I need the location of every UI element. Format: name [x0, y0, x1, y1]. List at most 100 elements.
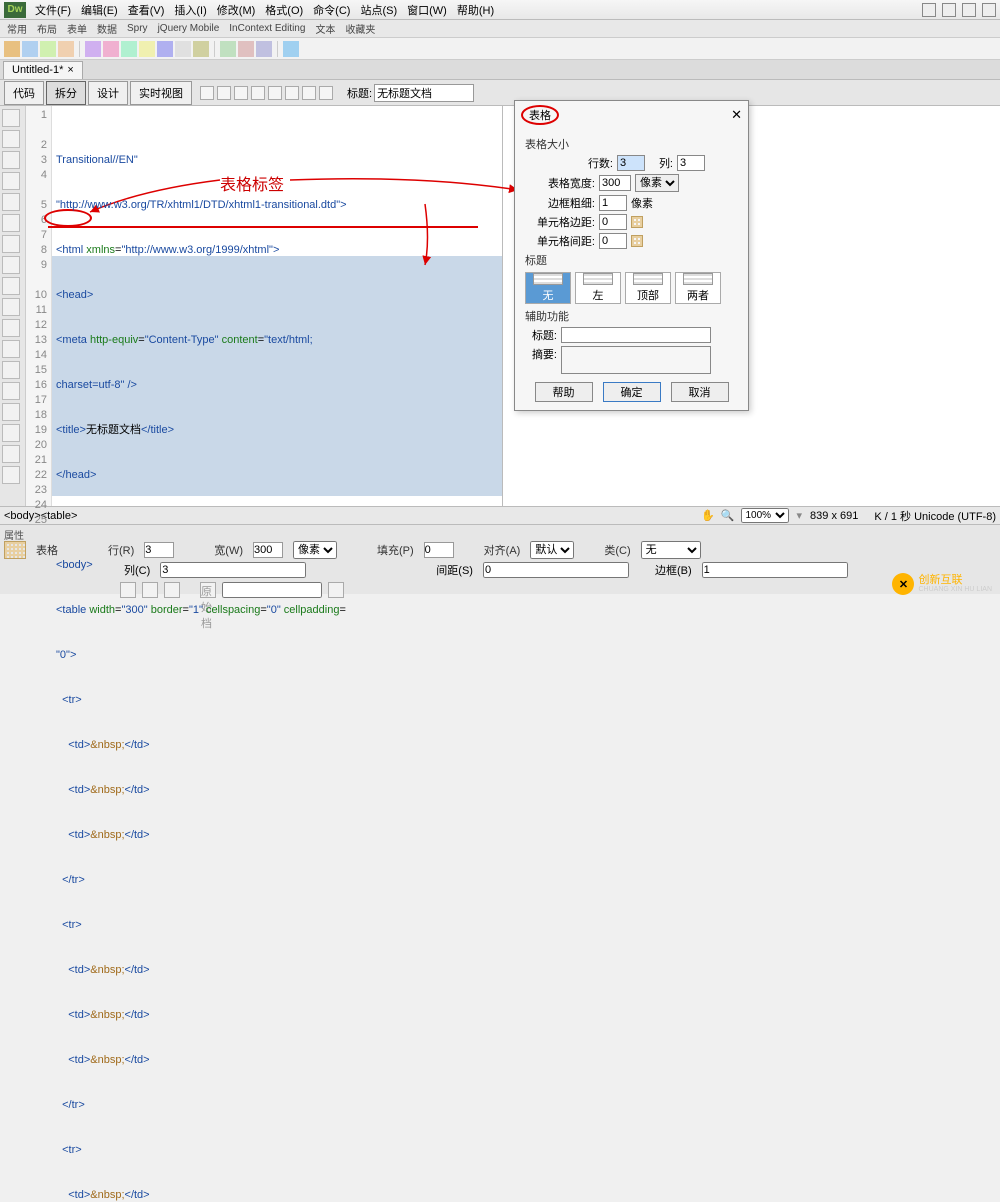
menu-site[interactable]: 站点(S): [355, 0, 402, 20]
hide-chars-icon[interactable]: [2, 319, 20, 337]
cat-spry[interactable]: Spry: [124, 23, 151, 34]
menu-edit[interactable]: 编辑(E): [76, 0, 123, 20]
sync-icon[interactable]: [982, 3, 996, 17]
script-icon[interactable]: [238, 41, 254, 57]
menu-file[interactable]: 文件(F): [30, 0, 76, 20]
highlight-icon[interactable]: [2, 235, 20, 253]
extension-icon[interactable]: [962, 3, 976, 17]
line-numbers-icon[interactable]: [2, 214, 20, 232]
close-icon[interactable]: ✕: [731, 107, 742, 123]
widget-icon[interactable]: [139, 41, 155, 57]
collapse-icon[interactable]: [2, 130, 20, 148]
zoom-icon[interactable]: 🔍: [721, 509, 735, 522]
border-input[interactable]: [702, 562, 848, 578]
clear-col-widths-icon[interactable]: [120, 582, 136, 598]
balance-icon[interactable]: [2, 193, 20, 211]
cols-input[interactable]: [677, 155, 705, 171]
width-unit-select[interactable]: 像素: [293, 541, 337, 559]
origin-input[interactable]: [222, 582, 322, 598]
syntax-icon[interactable]: [2, 256, 20, 274]
space-input[interactable]: [483, 562, 629, 578]
width-unit-select[interactable]: 像素: [635, 174, 679, 192]
visualaids-icon[interactable]: [285, 86, 299, 100]
document-tab[interactable]: Untitled-1* ×: [3, 61, 83, 79]
refresh-icon[interactable]: [251, 86, 265, 100]
width-input[interactable]: [253, 542, 283, 558]
caption-both-button[interactable]: 两者: [675, 272, 721, 304]
indent-icon[interactable]: [2, 466, 20, 484]
cat-forms[interactable]: 表单: [64, 21, 90, 36]
open-doc-icon[interactable]: [2, 109, 20, 127]
menu-format[interactable]: 格式(O): [260, 0, 308, 20]
menu-modify[interactable]: 修改(M): [212, 0, 261, 20]
properties-header[interactable]: 属性: [4, 527, 996, 541]
code-content[interactable]: Transitional//EN" "http://www.w3.org/TR/…: [52, 106, 502, 506]
cat-layout[interactable]: 布局: [34, 21, 60, 36]
format-icon[interactable]: [2, 445, 20, 463]
tag-chooser-icon[interactable]: [283, 41, 299, 57]
comment-icon[interactable]: [193, 41, 209, 57]
apply-comment-icon[interactable]: [2, 340, 20, 358]
cat-text[interactable]: 文本: [312, 21, 338, 36]
cellpad-input[interactable]: [599, 214, 627, 230]
ok-button[interactable]: 确定: [603, 382, 661, 402]
pad-input[interactable]: [424, 542, 454, 558]
layout-dropdown-icon[interactable]: [922, 3, 936, 17]
viewoptions-icon[interactable]: [268, 86, 282, 100]
class-select[interactable]: 无: [641, 541, 701, 559]
image-icon[interactable]: [103, 41, 119, 57]
menu-command[interactable]: 命令(C): [308, 0, 355, 20]
convert-px-icon[interactable]: [164, 582, 180, 598]
check-icon[interactable]: [319, 86, 333, 100]
select-parent-icon[interactable]: [2, 172, 20, 190]
caption-none-button[interactable]: 无: [525, 272, 571, 304]
head-icon[interactable]: [220, 41, 236, 57]
dialog-titlebar[interactable]: 表格 ✕: [515, 101, 748, 129]
templates-icon[interactable]: [256, 41, 272, 57]
view-code-button[interactable]: 代码: [4, 81, 44, 105]
rows-input[interactable]: [144, 542, 174, 558]
cellspace-input[interactable]: [599, 233, 627, 249]
browse-icon[interactable]: [328, 582, 344, 598]
move-css-icon[interactable]: [2, 424, 20, 442]
search-icon[interactable]: [942, 3, 956, 17]
ssi-icon[interactable]: [175, 41, 191, 57]
remove-comment-icon[interactable]: [2, 361, 20, 379]
code-editor[interactable]: 1234567891011121314151617181920212223242…: [26, 106, 502, 506]
cat-common[interactable]: 常用: [4, 21, 30, 36]
validate-icon[interactable]: [302, 86, 316, 100]
cancel-button[interactable]: 取消: [671, 382, 729, 402]
help-button[interactable]: 帮助: [535, 382, 593, 402]
multiscreen-icon[interactable]: [217, 86, 231, 100]
email-link-icon[interactable]: [22, 41, 38, 57]
anchor-icon[interactable]: [40, 41, 56, 57]
table-icon[interactable]: [58, 41, 74, 57]
cat-favorites[interactable]: 收藏夹: [342, 21, 378, 36]
summary-textarea[interactable]: [561, 346, 711, 374]
auto-indent-icon[interactable]: [2, 277, 20, 295]
border-input[interactable]: [599, 195, 627, 211]
zoom-select[interactable]: 100%: [741, 508, 789, 523]
cat-data[interactable]: 数据: [94, 21, 120, 36]
hyperlink-icon[interactable]: [4, 41, 20, 57]
hand-icon[interactable]: ✋: [701, 509, 715, 522]
cat-incontext[interactable]: InContext Editing: [226, 23, 308, 34]
date-icon[interactable]: [157, 41, 173, 57]
cat-jquery[interactable]: jQuery Mobile: [155, 23, 223, 34]
title-input[interactable]: [374, 84, 474, 102]
align-select[interactable]: 默认: [530, 541, 574, 559]
div-icon[interactable]: [85, 41, 101, 57]
wrap-tag-icon[interactable]: [2, 382, 20, 400]
menu-view[interactable]: 查看(V): [123, 0, 170, 20]
menu-window[interactable]: 窗口(W): [402, 0, 452, 20]
close-icon[interactable]: ×: [67, 64, 73, 76]
recent-snip-icon[interactable]: [2, 403, 20, 421]
view-split-button[interactable]: 拆分: [46, 81, 86, 105]
word-wrap-icon[interactable]: [2, 298, 20, 316]
table-width-input[interactable]: [599, 175, 631, 191]
caption-field-input[interactable]: [561, 327, 711, 343]
rows-input[interactable]: [617, 155, 645, 171]
clear-row-heights-icon[interactable]: [142, 582, 158, 598]
menu-help[interactable]: 帮助(H): [452, 0, 499, 20]
caption-left-button[interactable]: 左: [575, 272, 621, 304]
